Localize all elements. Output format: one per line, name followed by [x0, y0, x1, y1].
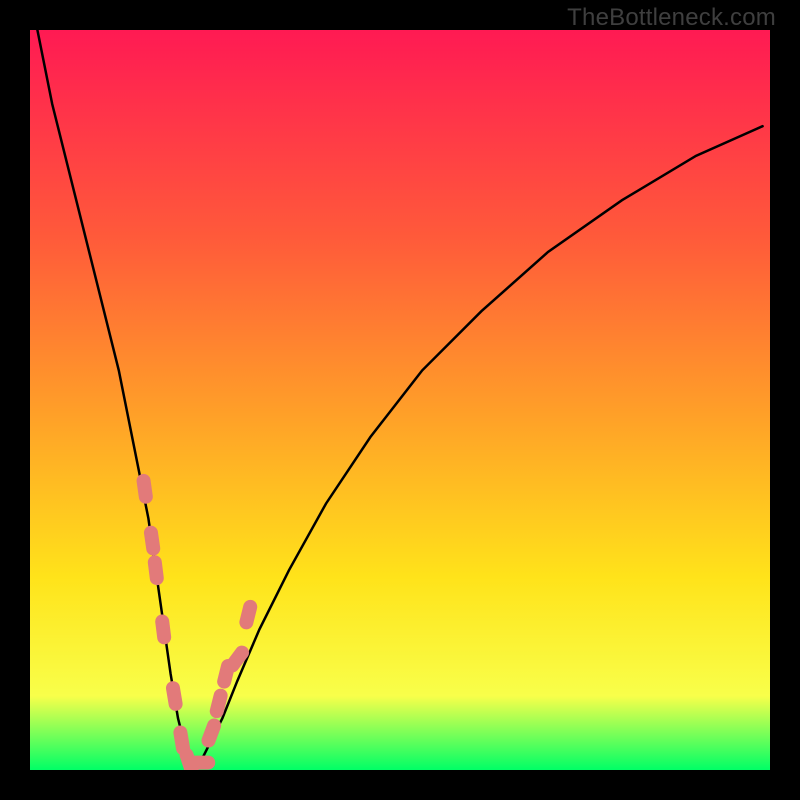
chart-frame: TheBottleneck.com — [0, 0, 800, 800]
watermark-text: TheBottleneck.com — [567, 4, 776, 32]
chart-svg — [30, 30, 770, 770]
marker-point — [185, 756, 215, 770]
plot-area — [30, 30, 770, 770]
